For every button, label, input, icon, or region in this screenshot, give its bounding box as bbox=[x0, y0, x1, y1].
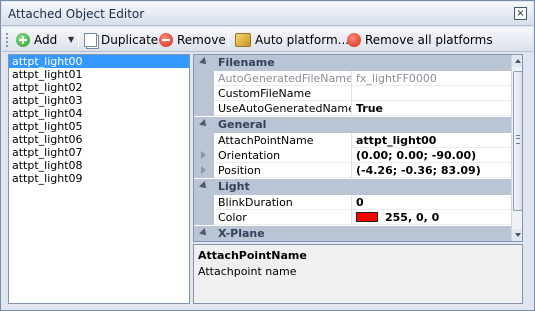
remove-all-platforms-button[interactable]: Remove all platforms bbox=[345, 30, 495, 49]
duplicate-icon bbox=[84, 32, 97, 47]
scroll-up-button[interactable] bbox=[512, 55, 522, 67]
property-grid[interactable]: Filename AutoGeneratedFileName fx_lightF… bbox=[193, 54, 523, 242]
property-name: AttachPointName bbox=[214, 133, 352, 148]
help-title: AttachPointName bbox=[198, 249, 307, 262]
color-swatch bbox=[356, 212, 378, 222]
close-button[interactable]: × bbox=[514, 7, 527, 20]
property-name: CustomFileName bbox=[214, 86, 352, 101]
category-label: Light bbox=[218, 180, 250, 193]
property-row-blinkduration[interactable]: BlinkDuration 0 bbox=[194, 195, 511, 210]
list-item[interactable]: attpt_light05 bbox=[9, 120, 189, 133]
auto-platform-button[interactable]: Auto platform... bbox=[233, 30, 351, 49]
expand-icon[interactable] bbox=[201, 166, 206, 174]
expand-icon[interactable] bbox=[201, 151, 206, 159]
property-name: Orientation bbox=[214, 148, 352, 163]
remove-all-icon bbox=[347, 32, 361, 47]
scroll-down-button[interactable] bbox=[512, 229, 522, 241]
title-bar: Attached Object Editor × bbox=[2, 2, 533, 26]
property-name: Position bbox=[214, 163, 352, 178]
row-margin bbox=[194, 86, 214, 101]
collapse-icon[interactable] bbox=[199, 119, 209, 129]
remove-label: Remove bbox=[177, 32, 226, 47]
category-label: Filename bbox=[218, 56, 275, 69]
property-name: Color bbox=[214, 210, 352, 225]
property-value[interactable]: (0.00; 0.00; -90.00) bbox=[353, 148, 511, 163]
collapse-icon[interactable] bbox=[199, 57, 209, 67]
category-label: X-Plane bbox=[218, 227, 265, 240]
toolbar-grip[interactable] bbox=[5, 32, 9, 47]
row-margin bbox=[194, 195, 214, 210]
toolbar-separator bbox=[78, 31, 79, 47]
row-margin bbox=[194, 163, 214, 178]
category-general[interactable]: General bbox=[194, 117, 511, 133]
row-margin bbox=[194, 210, 214, 225]
remove-button[interactable]: Remove bbox=[157, 30, 228, 49]
property-value[interactable]: fx_lightFF0000 bbox=[353, 71, 511, 86]
duplicate-label: Duplicate bbox=[101, 32, 159, 47]
help-description: Attachpoint name bbox=[198, 265, 297, 278]
add-button[interactable]: Add bbox=[14, 30, 59, 49]
chevron-down-icon: ▼ bbox=[68, 35, 75, 44]
property-value[interactable]: 0 bbox=[353, 195, 511, 210]
remove-icon bbox=[159, 32, 173, 47]
list-item[interactable]: attpt_light08 bbox=[9, 159, 189, 172]
property-row-color[interactable]: Color 255, 0, 0 bbox=[194, 210, 511, 225]
list-item[interactable]: attpt_light07 bbox=[9, 146, 189, 159]
list-item[interactable]: attpt_light06 bbox=[9, 133, 189, 146]
property-row-customfilename[interactable]: CustomFileName bbox=[194, 86, 511, 101]
category-filename[interactable]: Filename bbox=[194, 55, 511, 71]
row-margin bbox=[194, 71, 214, 86]
toolbar-separator bbox=[228, 31, 229, 47]
property-row-useautogeneratedname[interactable]: UseAutoGeneratedName True bbox=[194, 101, 511, 116]
auto-platform-label: Auto platform... bbox=[255, 32, 350, 47]
property-row-attachpointname[interactable]: AttachPointName attpt_light00 bbox=[194, 133, 511, 148]
add-icon bbox=[16, 32, 30, 47]
property-row-orientation[interactable]: Orientation (0.00; 0.00; -90.00) bbox=[194, 148, 511, 163]
property-value[interactable]: True bbox=[353, 101, 511, 116]
property-help-panel: AttachPointName Attachpoint name bbox=[193, 244, 523, 304]
property-value[interactable] bbox=[353, 86, 511, 101]
collapse-icon[interactable] bbox=[199, 181, 209, 191]
collapse-icon[interactable] bbox=[199, 228, 209, 238]
category-label: General bbox=[218, 118, 267, 131]
platform-icon bbox=[235, 32, 251, 47]
window-title: Attached Object Editor bbox=[8, 7, 145, 21]
property-value[interactable]: (-4.26; -0.36; 83.09) bbox=[353, 163, 511, 178]
list-item[interactable]: attpt_light03 bbox=[9, 94, 189, 107]
property-name: UseAutoGeneratedName bbox=[214, 101, 352, 116]
property-row-autogeneratedfilename[interactable]: AutoGeneratedFileName fx_lightFF0000 bbox=[194, 71, 511, 86]
row-margin bbox=[194, 101, 214, 116]
list-item[interactable]: attpt_light02 bbox=[9, 81, 189, 94]
add-label: Add bbox=[34, 32, 58, 47]
scroll-thumb[interactable] bbox=[513, 71, 522, 211]
row-margin bbox=[194, 148, 214, 163]
list-item[interactable]: attpt_light00 bbox=[9, 55, 189, 68]
toolbar: Add ▼ Duplicate Remove Auto platform... … bbox=[2, 27, 533, 52]
property-value[interactable]: attpt_light00 bbox=[353, 133, 511, 148]
property-value[interactable]: 255, 0, 0 bbox=[353, 210, 511, 225]
list-item[interactable]: attpt_light09 bbox=[9, 172, 189, 185]
color-value: 255, 0, 0 bbox=[385, 211, 440, 224]
duplicate-button[interactable]: Duplicate bbox=[82, 30, 160, 49]
property-row-position[interactable]: Position (-4.26; -0.36; 83.09) bbox=[194, 163, 511, 178]
row-margin bbox=[194, 133, 214, 148]
category-light[interactable]: Light bbox=[194, 179, 511, 195]
property-name: BlinkDuration bbox=[214, 195, 352, 210]
attachpoint-list[interactable]: attpt_light00 attpt_light01 attpt_light0… bbox=[8, 54, 190, 304]
add-dropdown-arrow[interactable]: ▼ bbox=[64, 30, 76, 49]
remove-all-label: Remove all platforms bbox=[365, 32, 493, 47]
list-item[interactable]: attpt_light04 bbox=[9, 107, 189, 120]
editor-window: Attached Object Editor × Add ▼ Duplicate… bbox=[0, 0, 535, 311]
grid-scrollbar[interactable] bbox=[511, 55, 522, 241]
property-name: AutoGeneratedFileName bbox=[214, 71, 352, 86]
category-xplane[interactable]: X-Plane bbox=[194, 226, 511, 241]
list-item[interactable]: attpt_light01 bbox=[9, 68, 189, 81]
